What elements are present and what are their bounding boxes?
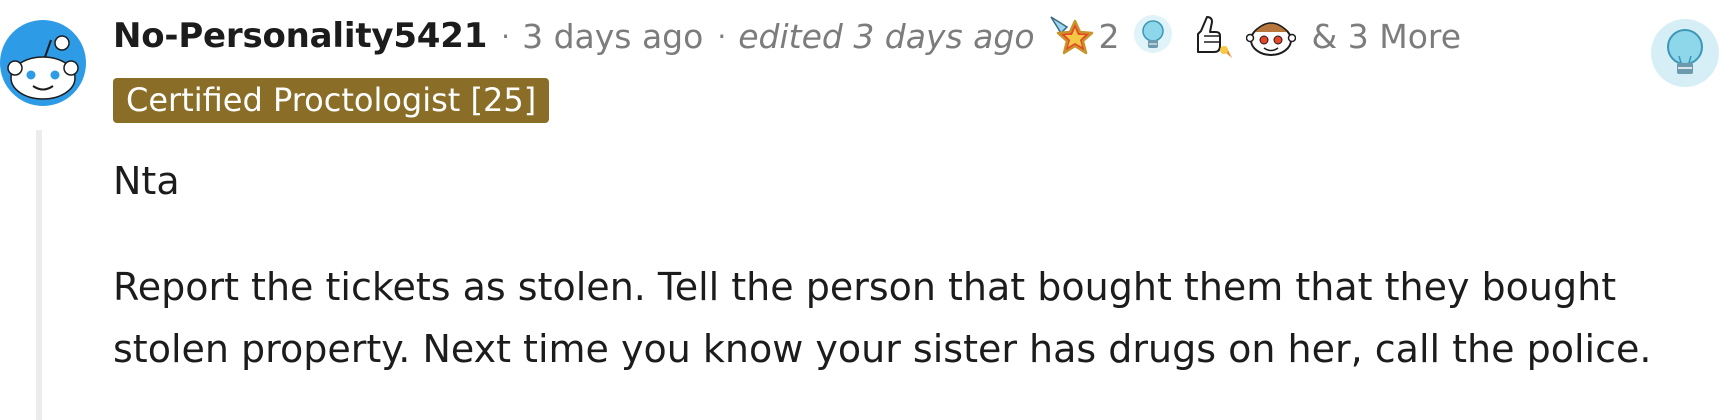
snoo-face-award-icon bbox=[1245, 22, 1296, 56]
comment: No-Personality5421 · 3 days ago · edited… bbox=[0, 0, 1736, 420]
lightbulb-award-icon[interactable] bbox=[1648, 16, 1722, 90]
award-snoo-face[interactable] bbox=[1245, 12, 1296, 60]
award-lightbulb[interactable] bbox=[1132, 14, 1174, 58]
award-count: 2 bbox=[1098, 16, 1120, 56]
award-thumbs-up-rocket[interactable] bbox=[1186, 12, 1234, 60]
lightbulb-award-icon bbox=[1133, 15, 1172, 53]
author-username[interactable]: No-Personality5421 bbox=[113, 16, 487, 56]
comment-header: No-Personality5421 · 3 days ago · edited… bbox=[113, 10, 1461, 62]
edited-label: edited 3 days ago bbox=[738, 16, 1035, 56]
more-awards-link[interactable]: & 3 More bbox=[1312, 17, 1462, 56]
comment-paragraph: Report the tickets as stolen. Tell the p… bbox=[113, 265, 1652, 371]
comment-body: Nta Report the tickets as stolen. Tell t… bbox=[113, 150, 1713, 380]
comment-paragraph: Nta bbox=[113, 159, 180, 203]
separator-dot: · bbox=[717, 19, 727, 53]
award-rocket-star[interactable]: 2 bbox=[1047, 13, 1120, 59]
comment-timestamp[interactable]: 3 days ago bbox=[522, 17, 703, 56]
thread-collapse-line[interactable] bbox=[36, 130, 42, 420]
rocket-star-award-icon bbox=[1049, 16, 1093, 55]
separator-dot: · bbox=[501, 19, 511, 53]
thumbs-up-rocket-award-icon bbox=[1196, 16, 1232, 58]
snoo-avatar-icon[interactable] bbox=[0, 20, 86, 106]
user-flair: Certified Proctologist [25] bbox=[113, 78, 550, 123]
